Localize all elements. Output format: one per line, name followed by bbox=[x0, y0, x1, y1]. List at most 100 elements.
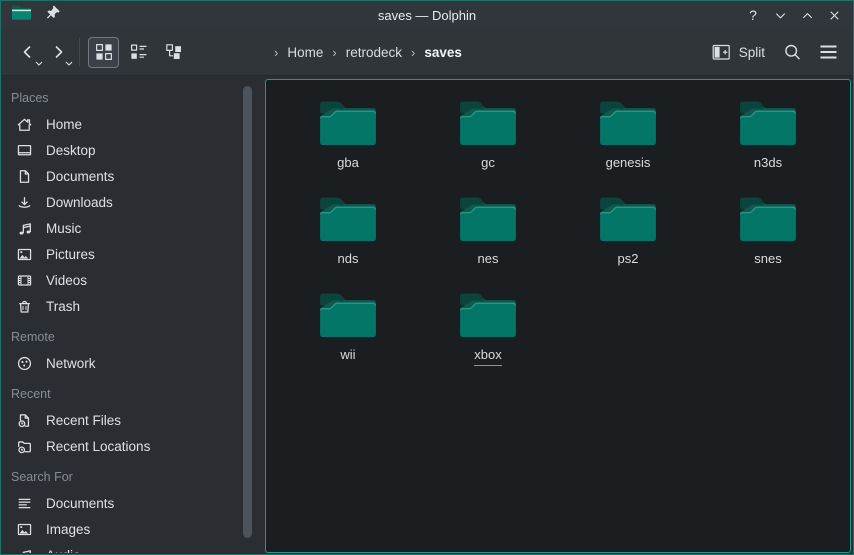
sidebar-item-label: Trash bbox=[46, 299, 80, 314]
folder-icon bbox=[737, 193, 799, 244]
download-icon bbox=[16, 194, 33, 211]
sidebar-item-documents[interactable]: Documents bbox=[2, 163, 240, 189]
arrow-left-icon bbox=[19, 43, 37, 61]
desktop-icon bbox=[16, 142, 33, 159]
hamburger-menu-icon bbox=[819, 44, 838, 60]
folder-label: wii bbox=[340, 347, 355, 366]
trash-icon bbox=[16, 298, 33, 315]
sidebar-item-trash[interactable]: Trash bbox=[2, 293, 240, 319]
sidebar-item-home[interactable]: Home bbox=[2, 111, 240, 137]
sidebar-item-label: Pictures bbox=[46, 247, 95, 262]
split-button[interactable]: Split bbox=[706, 40, 771, 65]
compact-view-icon bbox=[130, 43, 148, 61]
folder-snes[interactable]: snes bbox=[698, 193, 838, 284]
folder-label: ps2 bbox=[618, 251, 639, 270]
sidebar-item-images[interactable]: Images bbox=[2, 516, 240, 542]
back-button[interactable] bbox=[13, 36, 43, 68]
toolbar-separator bbox=[79, 38, 80, 66]
toolbar: ›Home›retrodeck›saves Split bbox=[1, 29, 853, 76]
sidebar-item-audio[interactable]: Audio bbox=[2, 542, 240, 553]
sidebar-item-recent-files[interactable]: Recent Files bbox=[2, 407, 240, 433]
sidebar-item-label: Recent Locations bbox=[46, 439, 150, 454]
breadcrumb-separator-icon: › bbox=[323, 45, 345, 60]
breadcrumb-item-retrodeck[interactable]: retrodeck bbox=[346, 45, 402, 60]
folder-gc[interactable]: gc bbox=[418, 97, 558, 188]
folder-genesis[interactable]: genesis bbox=[558, 97, 698, 188]
sidebar-item-label: Audio bbox=[46, 548, 81, 554]
image-icon bbox=[16, 246, 33, 263]
home-icon bbox=[16, 116, 33, 133]
sidebar-item-recent-locations[interactable]: Recent Locations bbox=[2, 433, 240, 459]
sidebar-item-label: Network bbox=[46, 356, 96, 371]
folder-nes[interactable]: nes bbox=[418, 193, 558, 284]
breadcrumb-item-home[interactable]: Home bbox=[287, 45, 323, 60]
folder-icon bbox=[317, 97, 379, 148]
video-icon bbox=[16, 272, 33, 289]
network-icon bbox=[16, 355, 33, 372]
maximize-button[interactable] bbox=[798, 6, 816, 24]
folder-label: xbox bbox=[474, 347, 501, 366]
section-header-recent: Recent bbox=[2, 380, 240, 407]
arrow-right-icon bbox=[49, 43, 67, 61]
dolphin-window: saves — Dolphin ? bbox=[0, 0, 854, 555]
folder-ps2[interactable]: ps2 bbox=[558, 193, 698, 284]
music-icon bbox=[16, 547, 33, 554]
folder-nds[interactable]: nds bbox=[278, 193, 418, 284]
breadcrumb-separator-icon: › bbox=[402, 45, 424, 60]
sidebar-item-label: Images bbox=[46, 522, 90, 537]
titlebar[interactable]: saves — Dolphin ? bbox=[1, 1, 853, 29]
sidebar-item-label: Documents bbox=[46, 169, 114, 184]
search-button[interactable] bbox=[777, 37, 807, 67]
chevron-down-icon bbox=[65, 61, 73, 66]
minimize-button[interactable] bbox=[771, 6, 789, 24]
window-folder-icon bbox=[11, 4, 32, 26]
menu-button[interactable] bbox=[813, 37, 843, 67]
sidebar-item-music[interactable]: Music bbox=[2, 215, 240, 241]
folder-label: n3ds bbox=[754, 155, 782, 174]
folder-wii[interactable]: wii bbox=[278, 289, 418, 380]
help-button[interactable]: ? bbox=[744, 6, 762, 24]
folder-label: gc bbox=[481, 155, 495, 174]
folder-gba[interactable]: gba bbox=[278, 97, 418, 188]
sidebar-item-downloads[interactable]: Downloads bbox=[2, 189, 240, 215]
breadcrumb: ›Home›retrodeck›saves bbox=[265, 45, 462, 60]
split-button-label: Split bbox=[739, 45, 765, 60]
sidebar-item-label: Home bbox=[46, 117, 82, 132]
folder-icon bbox=[317, 289, 379, 340]
pin-icon[interactable] bbox=[46, 5, 61, 25]
sidebar-item-desktop[interactable]: Desktop bbox=[2, 137, 240, 163]
search-icon bbox=[783, 43, 802, 62]
section-header-places: Places bbox=[2, 84, 240, 111]
compact-view-button[interactable] bbox=[123, 37, 154, 68]
music-icon bbox=[16, 220, 33, 237]
sidebar-item-documents[interactable]: Documents bbox=[2, 490, 240, 516]
folder-n3ds[interactable]: n3ds bbox=[698, 97, 838, 188]
sidebar-item-network[interactable]: Network bbox=[2, 350, 240, 376]
breadcrumb-item-saves[interactable]: saves bbox=[424, 45, 462, 60]
folder-label: gba bbox=[337, 155, 359, 174]
folder-label: genesis bbox=[606, 155, 651, 174]
section-header-search-for: Search For bbox=[2, 463, 240, 490]
sidebar-item-label: Desktop bbox=[46, 143, 96, 158]
folder-icon bbox=[457, 193, 519, 244]
sidebar-item-label: Recent Files bbox=[46, 413, 121, 428]
split-view-icon bbox=[712, 44, 731, 61]
folder-view[interactable]: gba gc genesis n3ds nds nes ps2 snes wii… bbox=[265, 79, 851, 553]
folder-label: nes bbox=[478, 251, 499, 270]
breadcrumb-separator-icon: › bbox=[265, 45, 287, 60]
text-lines-icon bbox=[16, 495, 33, 512]
sidebar-scrollbar[interactable] bbox=[243, 86, 252, 538]
folder-icon bbox=[317, 193, 379, 244]
close-icon bbox=[827, 8, 842, 23]
icons-view-icon bbox=[95, 43, 113, 61]
sidebar-item-videos[interactable]: Videos bbox=[2, 267, 240, 293]
document-icon bbox=[16, 168, 33, 185]
sidebar-item-pictures[interactable]: Pictures bbox=[2, 241, 240, 267]
close-button[interactable] bbox=[825, 6, 843, 24]
folder-icon bbox=[597, 193, 659, 244]
folder-xbox[interactable]: xbox bbox=[418, 289, 558, 380]
chevron-down-icon bbox=[35, 61, 43, 66]
tree-view-button[interactable] bbox=[158, 37, 189, 68]
forward-button[interactable] bbox=[43, 36, 73, 68]
icons-view-button[interactable] bbox=[88, 37, 119, 68]
